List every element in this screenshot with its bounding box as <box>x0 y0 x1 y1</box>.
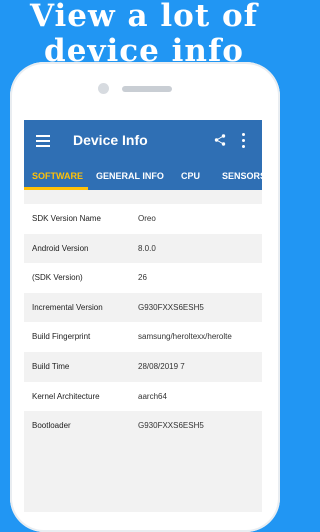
info-value: 8.0.0 <box>138 243 156 253</box>
tab-sensors[interactable]: SENSORS <box>222 171 262 181</box>
info-value: Oreo <box>138 214 156 223</box>
more-vert-icon[interactable] <box>242 133 246 149</box>
list-item: Build Time 28/08/2019 7 <box>24 352 262 382</box>
info-list: SDK Version Name Oreo Android Version 8.… <box>24 204 262 441</box>
info-key: Build Fingerprint <box>32 332 91 342</box>
info-key: Android Version <box>32 243 89 253</box>
info-value: G930FXXS6ESH5 <box>138 421 204 431</box>
tab-general-info[interactable]: GENERAL INFO <box>96 171 164 181</box>
info-key: (SDK Version) <box>32 273 83 283</box>
share-icon[interactable] <box>214 134 226 146</box>
list-item: SDK Version Name Oreo <box>24 204 262 234</box>
list-item: Build Fingerprint samsung/heroltexx/hero… <box>24 322 262 352</box>
speaker-grille <box>122 86 172 92</box>
tab-software[interactable]: SOFTWARE <box>32 171 83 181</box>
info-key: Kernel Architecture <box>32 391 100 401</box>
info-key: Bootloader <box>32 421 71 431</box>
list-item: Incremental Version G930FXXS6ESH5 <box>24 293 262 323</box>
tab-cpu[interactable]: CPU <box>181 171 200 181</box>
tab-bar: SOFTWARE GENERAL INFO CPU SENSORS <box>24 162 262 190</box>
app-toolbar: Device Info <box>24 120 262 162</box>
app-screen: Device Info SOFTWARE GENERAL INFO CPU SE… <box>24 120 262 512</box>
list-item: Bootloader G930FXXS6ESH5 <box>24 411 262 441</box>
info-value: G930FXXS6ESH5 <box>138 302 204 312</box>
info-key: Build Time <box>32 361 70 371</box>
tab-indicator <box>24 187 88 190</box>
list-item: (SDK Version) 26 <box>24 263 262 293</box>
promo-headline-line1: View a lot of <box>30 0 258 34</box>
info-value: 28/08/2019 7 <box>138 361 185 371</box>
info-key: SDK Version Name <box>32 214 101 223</box>
info-value: 26 <box>138 273 147 283</box>
list-item: Kernel Architecture aarch64 <box>24 381 262 412</box>
info-key: Incremental Version <box>32 302 103 312</box>
info-value: samsung/heroltexx/herolte <box>138 332 232 342</box>
camera-icon <box>98 83 109 94</box>
info-value: aarch64 <box>138 391 167 401</box>
list-item: Android Version 8.0.0 <box>24 234 262 264</box>
hamburger-menu-icon[interactable] <box>36 132 50 148</box>
toolbar-title: Device Info <box>73 132 148 148</box>
